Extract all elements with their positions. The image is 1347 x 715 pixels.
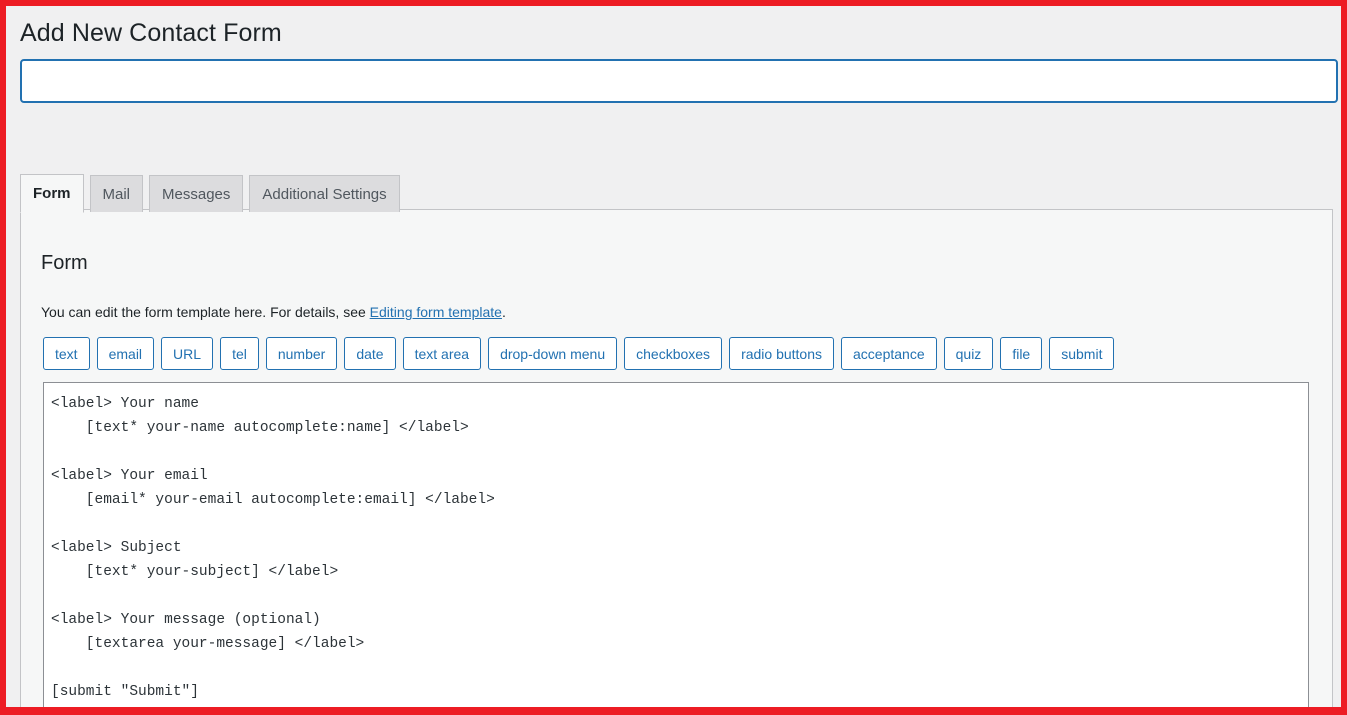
tab-form[interactable]: Form bbox=[20, 174, 84, 213]
tag-button-date[interactable]: date bbox=[344, 337, 396, 370]
form-description: You can edit the form template here. For… bbox=[41, 276, 1312, 323]
form-section-heading: Form bbox=[41, 252, 88, 274]
tag-button-email[interactable]: email bbox=[96, 337, 155, 370]
page-title: Add New Contact Form bbox=[20, 19, 282, 47]
form-tab-panel: Form You can edit the form template here… bbox=[20, 209, 1333, 707]
tag-button-checkboxes[interactable]: checkboxes bbox=[624, 337, 723, 370]
tag-button-text[interactable]: text bbox=[43, 337, 90, 370]
tag-button-file[interactable]: file bbox=[1000, 337, 1043, 370]
settings-tabs: Form Mail Messages Additional Settings bbox=[20, 172, 400, 213]
tag-button-acceptance[interactable]: acceptance bbox=[841, 337, 937, 370]
tab-form-label: Form bbox=[33, 185, 71, 202]
tab-messages-label: Messages bbox=[162, 185, 231, 203]
form-template-textarea[interactable]: <label> Your name [text* your-name autoc… bbox=[43, 382, 1309, 707]
tag-button-text-area[interactable]: text area bbox=[402, 337, 482, 370]
tag-button-drop-down-menu[interactable]: drop-down menu bbox=[488, 337, 618, 370]
form-title-input[interactable] bbox=[20, 58, 1338, 103]
tab-messages[interactable]: Messages bbox=[149, 175, 244, 212]
editing-form-template-link[interactable]: Editing form template bbox=[370, 304, 502, 320]
tab-mail-label: Mail bbox=[102, 185, 131, 203]
tag-button-submit[interactable]: submit bbox=[1049, 337, 1115, 370]
tab-additional-settings[interactable]: Additional Settings bbox=[249, 175, 400, 212]
tab-mail[interactable]: Mail bbox=[89, 175, 144, 212]
tag-button-quiz[interactable]: quiz bbox=[943, 337, 994, 370]
form-tag-generator-buttons: text email URL tel number date text area… bbox=[41, 323, 1312, 370]
browser-viewport: Add New Contact Form Form Mail Messages … bbox=[0, 0, 1347, 715]
tag-button-url[interactable]: URL bbox=[161, 337, 214, 370]
tag-button-tel[interactable]: tel bbox=[220, 337, 259, 370]
tag-button-radio-buttons[interactable]: radio buttons bbox=[729, 337, 835, 370]
admin-page-content: Add New Contact Form bbox=[6, 6, 1341, 103]
form-description-period: . bbox=[501, 304, 506, 320]
form-description-text: You can edit the form template here. For… bbox=[41, 304, 370, 320]
tab-additional-settings-label: Additional Settings bbox=[262, 185, 387, 203]
tag-button-number[interactable]: number bbox=[265, 337, 338, 370]
